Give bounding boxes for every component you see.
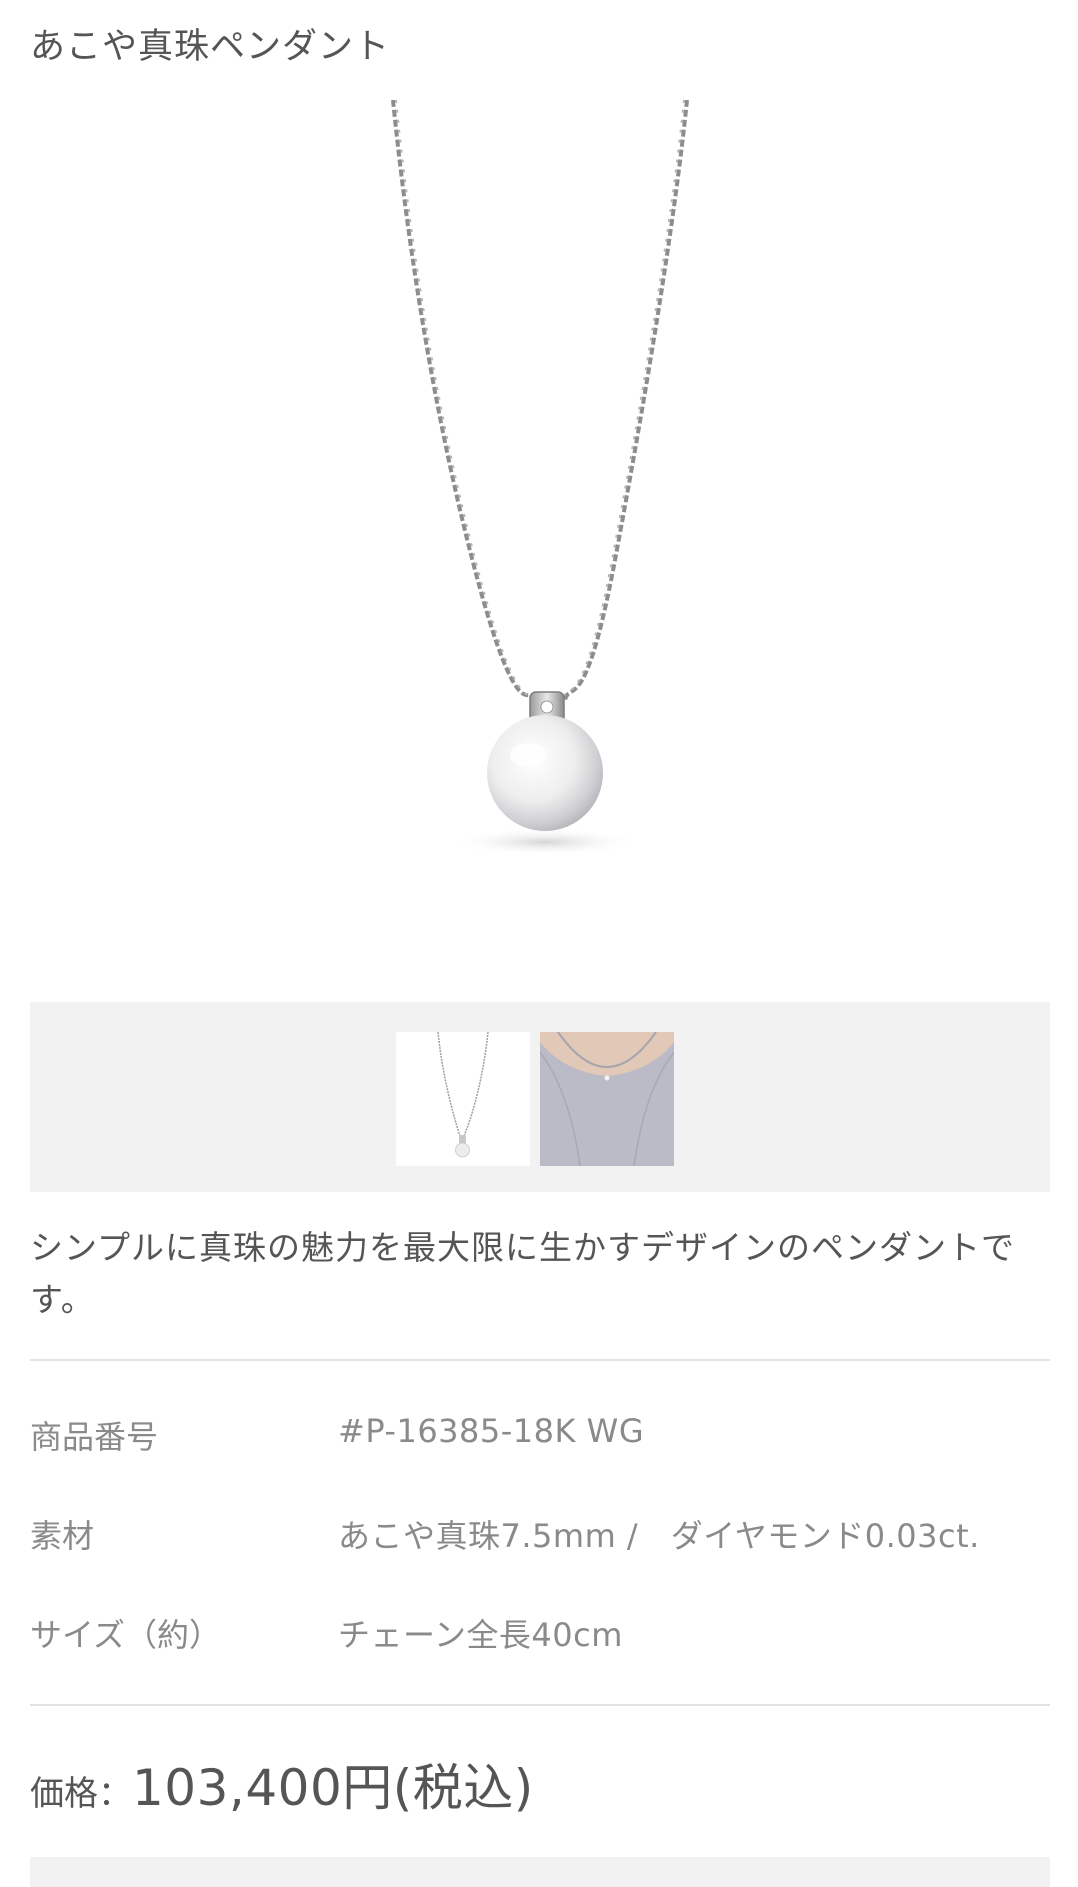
thumbnail-model-wearing[interactable] <box>540 1032 674 1166</box>
spec-value: チェーン全長40cm <box>338 1616 623 1654</box>
thumbnail-strip <box>30 1002 1050 1192</box>
thumbnail-pendant-image <box>437 1032 489 1158</box>
spec-row-product-number: 商品番号 #P-16385-18K WG <box>30 1412 1050 1462</box>
spec-value: あこや真珠7.5mm / ダイヤモンド0.03ct. <box>338 1517 980 1555</box>
spec-row-size: サイズ（約） チェーン全長40cm <box>30 1610 1050 1660</box>
product-main-image[interactable] <box>30 100 1050 1000</box>
thumbnail-pendant[interactable] <box>396 1032 530 1166</box>
divider <box>30 1704 1050 1706</box>
product-title: あこや真珠ペンダント <box>30 27 391 67</box>
spec-row-material: 素材 あこや真珠7.5mm / ダイヤモンド0.03ct. <box>30 1511 1050 1561</box>
spec-label: サイズ（約） <box>30 1616 222 1654</box>
spec-label: 商品番号 <box>30 1418 159 1456</box>
thumbnail-model-image <box>540 1032 674 1166</box>
price: 価格：103,400円(税込) <box>30 1748 534 1820</box>
price-label: 価格： <box>30 1774 132 1814</box>
spec-value: #P-16385-18K WG <box>338 1412 645 1450</box>
pendant-illustration <box>391 100 689 856</box>
spec-label: 素材 <box>30 1517 95 1555</box>
bottom-section-edge <box>30 1857 1050 1887</box>
price-value: 103,400円(税込) <box>132 1759 534 1817</box>
product-description: シンプルに真珠の魅力を最大限に生かすデザインのペンダントです。 <box>30 1228 1016 1319</box>
divider <box>30 1359 1050 1361</box>
